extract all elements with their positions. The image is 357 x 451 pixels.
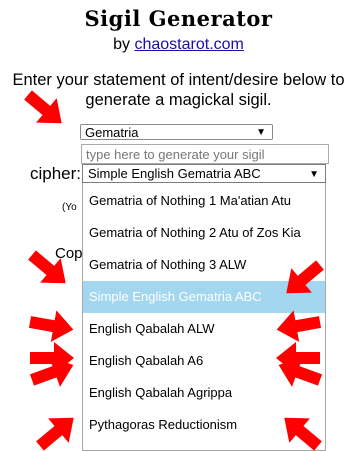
byline-prefix: by [113,36,131,53]
dropdown-option[interactable]: English Qabalah Agrippa [83,377,325,409]
caret-down-icon: ▼ [256,127,266,138]
dropdown-option[interactable]: Gematria of Nothing 1 Ma'atian Atu [83,185,325,217]
method-select[interactable]: Gematria ▼ [80,124,273,140]
dropdown-option[interactable]: Gematria of Nothing 3 ALW [83,249,325,281]
partial-text-behind: (Yo [62,202,77,213]
cipher-dropdown-list: Gematria of Nothing 1 Ma'atian Atu Gemat… [82,183,326,451]
red-arrow-icon [30,342,74,374]
site-link[interactable]: chaostarot.com [134,36,243,53]
dropdown-option[interactable]: English Qabalah A6 [83,345,325,377]
dropdown-option[interactable]: Gematria of Nothing 2 Atu of Zos Kia [83,217,325,249]
method-select-value: Gematria [85,125,139,140]
cipher-label: cipher: [30,164,82,183]
red-arrow-icon [27,306,77,346]
dropdown-option-selected[interactable]: Simple English Gematria ABC [83,281,325,313]
red-arrow-icon [29,405,84,451]
intent-input[interactable] [81,144,329,164]
cipher-select[interactable]: Simple English Gematria ABC ▼ [82,164,326,183]
cipher-select-value: Simple English Gematria ABC [88,166,261,181]
caret-down-icon: ▼ [309,169,319,180]
dropdown-option[interactable]: Pythagoras Reductionism [83,409,325,441]
partial-text-behind: Cop [55,245,83,262]
byline: by chaostarot.com [0,36,357,54]
red-arrow-icon [26,349,79,396]
dropdown-option[interactable]: English Qabalah ALW [83,313,325,345]
intro-text: Enter your statement of intent/desire be… [12,71,345,109]
page-title: Sigil Generator [84,6,273,31]
